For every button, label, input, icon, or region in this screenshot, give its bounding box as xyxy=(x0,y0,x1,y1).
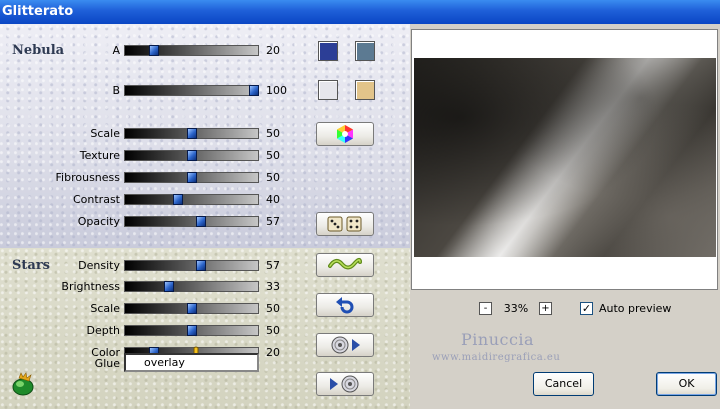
nebula-opacity-slider[interactable] xyxy=(124,216,259,227)
load-preset-button[interactable] xyxy=(316,333,374,357)
stars-brightness-value: 33 xyxy=(266,280,280,293)
wave-button[interactable] xyxy=(316,253,374,277)
stars-density-value: 57 xyxy=(266,259,280,272)
ok-button[interactable]: OK xyxy=(656,372,717,396)
glue-label: Glue xyxy=(94,357,120,370)
color-wheel-button[interactable] xyxy=(316,122,374,146)
controls-panel: Nebula Stars A 20 B 100 Scale 50 Texture… xyxy=(0,24,410,409)
app-logo-icon xyxy=(12,372,34,396)
stars-scale-label: Scale xyxy=(90,302,120,315)
nebula-b-label: B xyxy=(112,84,120,97)
save-preset-button[interactable] xyxy=(316,372,374,396)
undo-button[interactable] xyxy=(316,293,374,317)
stars-density-slider[interactable] xyxy=(124,260,259,271)
slider-thumb[interactable] xyxy=(249,85,259,96)
slider-thumb[interactable] xyxy=(195,260,206,271)
nebula-a-slider[interactable] xyxy=(124,45,259,56)
nebula-opacity-label: Opacity xyxy=(77,215,120,228)
nebula-color-b1-swatch[interactable] xyxy=(318,80,338,100)
slider-thumb[interactable] xyxy=(149,45,160,56)
nebula-opacity-value: 57 xyxy=(266,215,280,228)
slider-thumb[interactable] xyxy=(173,194,184,205)
nebula-contrast-label: Contrast xyxy=(72,193,120,206)
nebula-color-a2-swatch[interactable] xyxy=(355,41,375,61)
cd-play-icon xyxy=(331,336,360,354)
stars-brightness-label: Brightness xyxy=(61,280,120,293)
nebula-scale-value: 50 xyxy=(266,127,280,140)
nebula-contrast-slider[interactable] xyxy=(124,194,259,205)
watermark-name: Pinuccia xyxy=(461,330,535,349)
zoom-level: 33% xyxy=(503,302,529,315)
watermark-url: www.maidiregrafica.eu xyxy=(432,352,561,363)
zoom-out-button[interactable]: - xyxy=(479,302,492,315)
nebula-fibrousness-value: 50 xyxy=(266,171,280,184)
nebula-texture-slider[interactable] xyxy=(124,150,259,161)
nebula-color-a1-swatch[interactable] xyxy=(318,41,338,61)
nebula-b-slider[interactable] xyxy=(124,85,259,96)
nebula-fibrousness-label: Fibrousness xyxy=(55,171,120,184)
nebula-b-value: 100 xyxy=(266,84,287,97)
glue-select[interactable]: overlay xyxy=(124,353,259,372)
cd-next-icon xyxy=(330,375,359,393)
color-wheel-icon xyxy=(337,125,353,143)
nebula-fibrousness-slider[interactable] xyxy=(124,172,259,183)
stars-depth-label: Depth xyxy=(86,324,120,337)
wave-icon xyxy=(328,257,362,270)
nebula-a-value: 20 xyxy=(266,44,280,57)
slider-thumb[interactable] xyxy=(186,303,197,314)
slider-thumb[interactable] xyxy=(163,281,174,292)
slider-thumb[interactable] xyxy=(195,216,206,227)
preview-image[interactable] xyxy=(414,58,716,257)
nebula-texture-value: 50 xyxy=(266,149,280,162)
stars-brightness-slider[interactable] xyxy=(124,281,259,292)
nebula-scale-label: Scale xyxy=(90,127,120,140)
undo-icon xyxy=(336,297,354,314)
window-title-bar: Glitterato xyxy=(0,0,720,24)
slider-thumb[interactable] xyxy=(186,325,197,336)
slider-thumb[interactable] xyxy=(186,172,197,183)
auto-preview-checkbox[interactable]: ✓ xyxy=(580,302,593,315)
window-title: Glitterato xyxy=(2,4,74,19)
nebula-texture-label: Texture xyxy=(79,149,120,162)
nebula-scale-slider[interactable] xyxy=(124,128,259,139)
cancel-button[interactable]: Cancel xyxy=(533,372,594,396)
stars-scale-slider[interactable] xyxy=(124,303,259,314)
zoom-in-button[interactable]: + xyxy=(539,302,552,315)
slider-thumb[interactable] xyxy=(186,128,197,139)
auto-preview-label[interactable]: Auto preview xyxy=(599,302,671,315)
nebula-contrast-value: 40 xyxy=(266,193,280,206)
slider-thumb[interactable] xyxy=(186,150,197,161)
nebula-a-label: A xyxy=(112,44,120,57)
stars-color-value: 20 xyxy=(266,346,280,359)
stars-depth-value: 50 xyxy=(266,324,280,337)
stars-density-label: Density xyxy=(78,259,120,272)
stars-scale-value: 50 xyxy=(266,302,280,315)
stars-depth-slider[interactable] xyxy=(124,325,259,336)
randomize-button[interactable] xyxy=(316,212,374,236)
dice-icon xyxy=(327,216,362,232)
nebula-color-b2-swatch[interactable] xyxy=(355,80,375,100)
